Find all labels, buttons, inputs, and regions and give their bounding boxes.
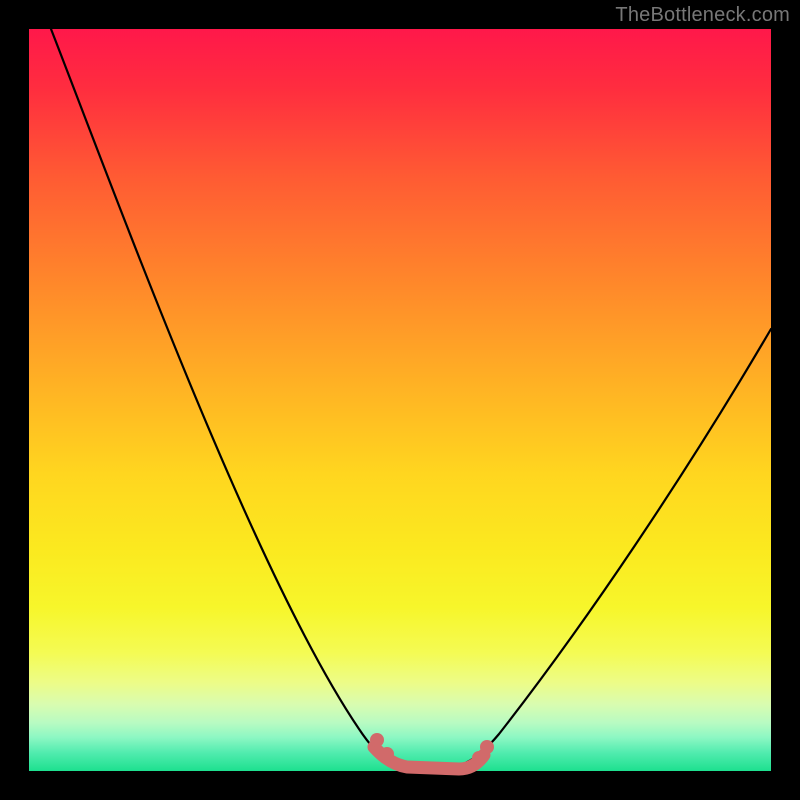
highlight-dot (380, 747, 394, 761)
highlight-dot (480, 740, 494, 754)
watermark-text: TheBottleneck.com (615, 4, 790, 27)
bottleneck-curve (51, 29, 771, 769)
highlight-dot (370, 733, 384, 747)
chart-frame: TheBottleneck.com (0, 0, 800, 800)
chart-overlay (29, 29, 771, 771)
